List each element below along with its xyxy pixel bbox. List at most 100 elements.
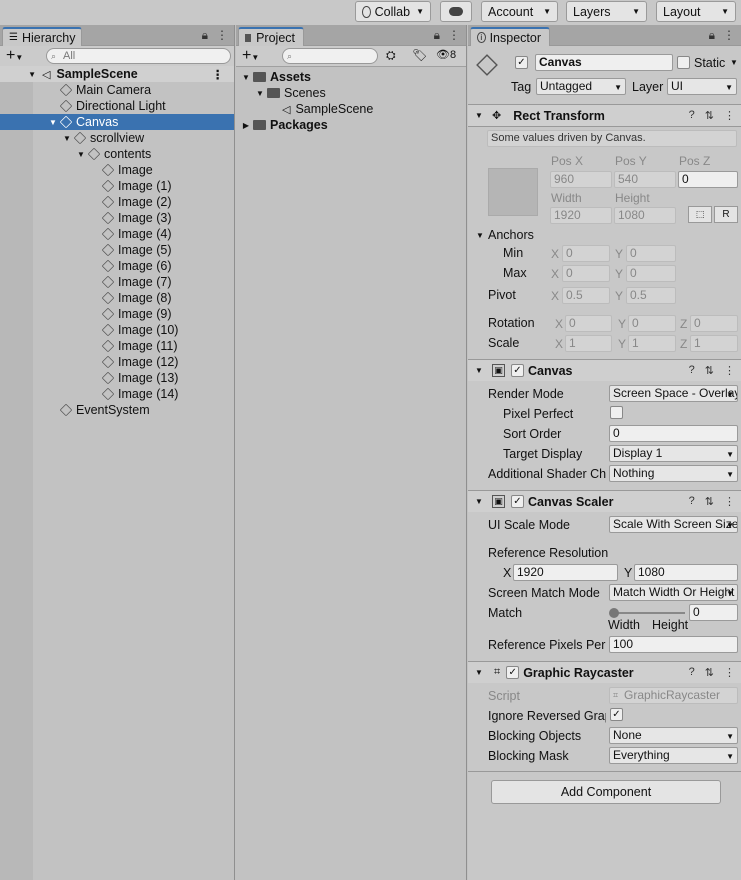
rotation-x-field[interactable]: 0: [565, 315, 612, 332]
hierarchy-item[interactable]: Image (13): [0, 370, 234, 386]
anchor-min-y-field[interactable]: 0: [626, 245, 676, 262]
anchor-max-x-field[interactable]: 0: [562, 265, 610, 282]
active-checkbox[interactable]: ✓: [515, 56, 528, 69]
tab-project[interactable]: Project: [238, 27, 304, 46]
blocking-mask-dropdown[interactable]: Everything: [609, 747, 738, 764]
hierarchy-item[interactable]: Image (14): [0, 386, 234, 402]
raycaster-enabled-checkbox[interactable]: ✓: [506, 666, 520, 679]
static-checkbox[interactable]: [677, 56, 690, 69]
pos-y-field[interactable]: 540: [614, 171, 676, 188]
tag-dropdown[interactable]: Untagged: [536, 78, 626, 95]
help-icon[interactable]: ?: [689, 109, 695, 122]
tree-item-samplescene[interactable]: ◁ SampleScene: [282, 101, 466, 117]
lock-icon[interactable]: 🔒︎: [709, 28, 715, 43]
create-add-button[interactable]: +▼: [6, 47, 23, 67]
add-component-button[interactable]: Add Component: [491, 780, 721, 804]
more-menu-icon[interactable]: ⋮: [724, 666, 735, 679]
hidden-packages-icon[interactable]: 👁︎8: [436, 48, 456, 61]
fold-arrow-icon[interactable]: ▼: [474, 668, 484, 677]
hierarchy-search-input[interactable]: ⌕ All: [46, 48, 231, 64]
hierarchy-item[interactable]: Main Camera: [0, 82, 234, 98]
fold-arrow-icon[interactable]: ▼: [474, 497, 484, 506]
pos-z-field[interactable]: 0: [678, 171, 738, 188]
project-search-input[interactable]: ⌕: [282, 48, 378, 64]
canvas-scaler-enabled-checkbox[interactable]: ✓: [511, 495, 524, 508]
hierarchy-item[interactable]: Image (2): [0, 194, 234, 210]
hierarchy-item[interactable]: Image (11): [0, 338, 234, 354]
fold-arrow-icon[interactable]: ▼: [241, 73, 251, 82]
fold-arrow-icon[interactable]: ▼: [474, 366, 484, 375]
canvas-enabled-checkbox[interactable]: ✓: [511, 364, 524, 377]
ignore-reversed-checkbox[interactable]: ✓: [610, 708, 623, 721]
fold-arrow-icon[interactable]: ▼: [476, 231, 484, 240]
hierarchy-item[interactable]: ▼ Canvas: [0, 114, 234, 130]
hierarchy-item[interactable]: EventSystem: [0, 402, 234, 418]
lock-icon[interactable]: 🔒︎: [434, 28, 440, 43]
anchor-presets-button[interactable]: [488, 168, 538, 216]
anchor-max-y-field[interactable]: 0: [626, 265, 676, 282]
shader-channels-dropdown[interactable]: Nothing: [609, 465, 738, 482]
target-display-dropdown[interactable]: Display 1: [609, 445, 738, 462]
more-menu-icon[interactable]: ⋮: [216, 28, 228, 43]
more-menu-icon[interactable]: ⋮: [724, 495, 735, 508]
fold-arrow-icon[interactable]: ▼: [62, 134, 72, 143]
hierarchy-item[interactable]: Image (8): [0, 290, 234, 306]
raw-edit-button[interactable]: R: [714, 206, 738, 223]
presets-icon[interactable]: ⇅: [705, 109, 714, 122]
match-slider-track[interactable]: [613, 612, 685, 614]
layers-dropdown[interactable]: Layers ▼: [566, 1, 647, 22]
match-slider-handle[interactable]: [609, 608, 619, 618]
more-menu-icon[interactable]: ⋮: [212, 67, 225, 82]
scale-z-field[interactable]: 1: [690, 335, 738, 352]
hierarchy-item[interactable]: Image (12): [0, 354, 234, 370]
fold-arrow-icon[interactable]: ▼: [76, 150, 86, 159]
tab-hierarchy[interactable]: ☰ Hierarchy: [2, 27, 82, 46]
presets-icon[interactable]: ⇅: [705, 364, 714, 377]
help-icon[interactable]: ?: [689, 666, 695, 679]
more-menu-icon[interactable]: ⋮: [724, 109, 735, 122]
tree-item-packages[interactable]: ▶ Packages: [241, 117, 466, 133]
account-dropdown[interactable]: Account ▼: [481, 1, 558, 22]
fold-arrow-icon[interactable]: ▼: [255, 89, 265, 98]
hierarchy-item[interactable]: Image (6): [0, 258, 234, 274]
hierarchy-item[interactable]: Image (1): [0, 178, 234, 194]
fold-arrow-icon[interactable]: ▶: [241, 121, 251, 130]
create-add-button[interactable]: +▼: [242, 47, 259, 67]
reference-resolution-x-field[interactable]: 1920: [513, 564, 618, 581]
rect-transform-header[interactable]: ▼ ✥ Rect Transform ? ⇅ ⋮: [468, 104, 741, 126]
help-icon[interactable]: ?: [689, 364, 695, 377]
hierarchy-item[interactable]: Image (10): [0, 322, 234, 338]
sort-order-field[interactable]: 0: [609, 425, 738, 442]
hierarchy-item[interactable]: Image (5): [0, 242, 234, 258]
pivot-x-field[interactable]: 0.5: [562, 287, 610, 304]
tree-item-assets[interactable]: ▼ Assets: [241, 69, 466, 85]
gameobject-icon[interactable]: [476, 54, 498, 76]
hierarchy-item[interactable]: Image (9): [0, 306, 234, 322]
rotation-y-field[interactable]: 0: [628, 315, 676, 332]
hierarchy-item[interactable]: Image (4): [0, 226, 234, 242]
tab-inspector[interactable]: i Inspector: [470, 27, 550, 46]
ui-scale-mode-dropdown[interactable]: Scale With Screen Size: [609, 516, 738, 533]
width-field[interactable]: 1920: [550, 207, 612, 224]
pixel-perfect-checkbox[interactable]: [610, 406, 623, 419]
pos-x-field[interactable]: 960: [550, 171, 612, 188]
match-value-field[interactable]: 0: [689, 604, 738, 621]
hierarchy-item[interactable]: Directional Light: [0, 98, 234, 114]
hierarchy-item[interactable]: ▼ contents: [0, 146, 234, 162]
more-menu-icon[interactable]: ⋮: [724, 364, 735, 377]
object-name-input[interactable]: Canvas: [535, 54, 673, 71]
filter-by-type-icon[interactable]: ⛭: [386, 48, 396, 63]
anchor-min-x-field[interactable]: 0: [562, 245, 610, 262]
scale-y-field[interactable]: 1: [628, 335, 676, 352]
hierarchy-item[interactable]: Image (3): [0, 210, 234, 226]
fold-arrow-icon[interactable]: ▼: [0, 70, 36, 79]
more-menu-icon[interactable]: ⋮: [723, 28, 735, 43]
presets-icon[interactable]: ⇅: [705, 495, 714, 508]
chevron-down-icon[interactable]: ▼: [730, 58, 738, 67]
reference-pixels-field[interactable]: 100: [609, 636, 738, 653]
hierarchy-item[interactable]: ▼ scrollview: [0, 130, 234, 146]
render-mode-dropdown[interactable]: Screen Space - Overlay: [609, 385, 738, 402]
canvas-scaler-header[interactable]: ▼ ▣ ✓ Canvas Scaler ? ⇅ ⋮: [468, 490, 741, 512]
layout-dropdown[interactable]: Layout ▼: [656, 1, 736, 22]
scene-row[interactable]: ▼ ◁ SampleScene ⋮: [0, 66, 234, 82]
